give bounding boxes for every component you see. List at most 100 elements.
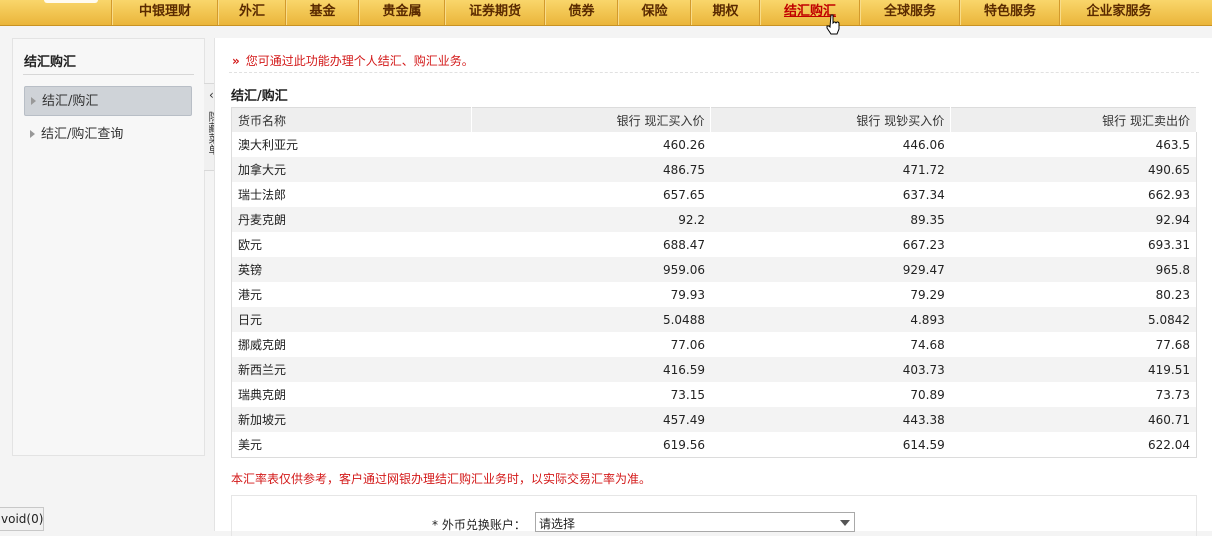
cell-cash-buy: 614.59 — [902, 437, 945, 452]
exchange-form: * 外币兑换账户： 请选择 — [231, 495, 1197, 536]
logo — [44, 0, 98, 3]
hand-pointer-icon — [826, 14, 840, 35]
cell-spot-sell: 463.5 — [1155, 137, 1190, 152]
nav-item-special-services[interactable]: 特色服务 — [959, 0, 1060, 25]
cell-spot-buy: 486.75 — [471, 157, 711, 182]
status-bar: void(0); — [0, 507, 44, 531]
nav-item-wealth-management[interactable]: 中银理财 — [111, 0, 218, 25]
col-header-spot-sell: 银行 现汇卖出价 — [950, 107, 1197, 132]
nav-item-global-services[interactable]: 全球服务 — [859, 0, 960, 25]
top-navigation-bar: 中银理财 外汇 基金 贵金属 证券期货 债券 保险 期权 结汇购汇 全球服务 特… — [0, 0, 1212, 26]
cell-currency: 美元 — [238, 438, 263, 452]
cell-cash-buy: 446.06 — [902, 137, 945, 152]
cell-cash-buy: 4.893 — [710, 307, 951, 332]
cell-spot-sell: 662.93 — [1148, 187, 1190, 202]
nav-item-options[interactable]: 期权 — [690, 0, 760, 25]
col-header-currency: 货币名称 — [231, 107, 472, 132]
sidebar-item-fx-query[interactable]: 结汇/购汇查询 — [24, 120, 192, 150]
cell-spot-sell: 92.94 — [950, 207, 1197, 232]
table-header-row: 货币名称 银行 现汇买入价 银行 现钞买入价 银行 现汇卖出价 — [231, 107, 1197, 132]
cell-spot-buy: 959.06 — [471, 257, 711, 282]
cell-currency: 加拿大元 — [231, 157, 472, 182]
cell-spot-buy: 77.06 — [670, 337, 705, 352]
cell-currency: 欧元 — [238, 238, 263, 252]
cell-cash-buy: 471.72 — [710, 157, 951, 182]
cell-currency: 丹麦克朗 — [231, 207, 472, 232]
exchange-rate-table: 货币名称 银行 现汇买入价 银行 现钞买入价 银行 现汇卖出价 澳大利亚元 460… — [231, 107, 1197, 458]
cell-spot-sell: 419.51 — [950, 357, 1197, 382]
nav-item-fx-settlement[interactable]: 结汇购汇 — [759, 0, 860, 25]
table-row: 挪威克朗 77.06 74.68 77.68 — [232, 332, 1197, 357]
table-row: 瑞士法郎 657.65 637.34 662.93 — [232, 182, 1197, 207]
cell-spot-sell: 73.73 — [1155, 387, 1190, 402]
account-label: * 外币兑换账户： — [432, 518, 526, 532]
cell-cash-buy: 637.34 — [902, 187, 945, 202]
cell-cash-buy: 667.23 — [902, 237, 945, 252]
sidebar-item-fx-settlement[interactable]: 结汇/购汇 — [24, 86, 192, 116]
table-row: 瑞典克朗 73.15 70.89 73.73 — [232, 382, 1197, 407]
caret-right-icon — [30, 130, 35, 138]
table-row: 英镑 959.06 929.47 965.8 — [231, 257, 1197, 282]
nav-item-entrepreneur-services[interactable]: 企业家服务 — [1059, 0, 1178, 25]
cell-spot-sell: 80.23 — [1155, 287, 1190, 302]
sidebar-title: 结汇购汇 — [24, 55, 77, 70]
cell-cash-buy: 89.35 — [710, 207, 951, 232]
cell-spot-sell: 490.65 — [950, 157, 1197, 182]
cell-cash-buy: 929.47 — [710, 257, 951, 282]
table-row: 新加坡元 457.49 443.38 460.71 — [231, 407, 1197, 432]
cell-spot-buy: 688.47 — [662, 237, 705, 252]
cell-currency: 日元 — [231, 307, 472, 332]
cell-cash-buy: 403.73 — [710, 357, 951, 382]
cell-spot-buy: 73.15 — [670, 387, 705, 402]
account-select-value: 请选择 — [539, 517, 576, 531]
cell-spot-buy: 457.49 — [471, 407, 711, 432]
table-row: 美元 619.56 614.59 622.04 — [232, 432, 1197, 458]
table-row: 丹麦克朗 92.2 89.35 92.94 — [231, 207, 1197, 232]
nav-item-securities-futures[interactable]: 证券期货 — [444, 0, 545, 25]
disclaimer-text: 本汇率表仅供参考，客户通过网银办理结汇购汇业务时，以实际交易汇率为准。 — [231, 472, 652, 486]
info-notice: » 您可通过此功能办理个人结汇、购汇业务。 — [232, 52, 474, 69]
sidebar-item-label: 结汇/购汇查询 — [41, 127, 124, 142]
cell-spot-sell: 460.71 — [950, 407, 1197, 432]
table-row: 港元 79.93 79.29 80.23 — [232, 282, 1197, 307]
cell-spot-buy: 5.0488 — [471, 307, 711, 332]
table-row: 日元 5.0488 4.893 5.0842 — [231, 307, 1197, 332]
nav-item-bonds[interactable]: 债券 — [544, 0, 618, 25]
cell-spot-buy: 460.26 — [662, 137, 705, 152]
chevron-down-icon — [840, 520, 850, 526]
nav-item-funds[interactable]: 基金 — [285, 0, 359, 25]
cell-spot-buy: 92.2 — [471, 207, 711, 232]
cell-cash-buy: 74.68 — [910, 337, 945, 352]
cell-spot-sell: 77.68 — [1155, 337, 1190, 352]
main-content: » 您可通过此功能办理个人结汇、购汇业务。 结汇/购汇 货币名称 银行 现汇买入价… — [214, 38, 1212, 536]
account-select[interactable]: 请选择 — [535, 512, 855, 532]
nav-item-precious-metals[interactable]: 贵金属 — [358, 0, 445, 25]
cell-spot-sell: 622.04 — [1148, 437, 1190, 452]
cell-currency: 新加坡元 — [231, 407, 472, 432]
cell-spot-buy: 619.56 — [662, 437, 705, 452]
section-title: 结汇/购汇 — [231, 89, 288, 104]
table-row: 澳大利亚元 460.26 446.06 463.5 — [232, 132, 1197, 157]
cell-cash-buy: 79.29 — [910, 287, 945, 302]
col-header-cash-buy: 银行 现钞买入价 — [710, 107, 952, 132]
cell-spot-sell: 693.31 — [1148, 237, 1190, 252]
cell-cash-buy: 70.89 — [910, 387, 945, 402]
cell-spot-sell: 5.0842 — [950, 307, 1197, 332]
cell-cash-buy: 443.38 — [710, 407, 951, 432]
cell-currency: 挪威克朗 — [238, 338, 287, 352]
sidebar-divider — [23, 74, 194, 75]
cell-currency: 澳大利亚元 — [238, 138, 299, 152]
notice-text: 您可通过此功能办理个人结汇、购汇业务。 — [245, 54, 474, 68]
table-body: 澳大利亚元 460.26 446.06 463.5 加拿大元 486.75 471.72 49… — [231, 132, 1197, 458]
cell-spot-buy: 79.93 — [670, 287, 705, 302]
caret-right-icon — [31, 97, 36, 105]
double-arrow-icon: » — [232, 54, 240, 68]
sidebar: 结汇购汇 结汇/购汇 结汇/购汇查询 — [12, 38, 205, 456]
nav-item-forex[interactable]: 外汇 — [217, 0, 286, 25]
table-row: 欧元 688.47 667.23 693.31 — [232, 232, 1197, 257]
cell-spot-buy: 657.65 — [662, 187, 705, 202]
cell-currency: 瑞典克朗 — [238, 388, 287, 402]
table-row: 加拿大元 486.75 471.72 490.65 — [231, 157, 1197, 182]
nav-item-insurance[interactable]: 保险 — [617, 0, 691, 25]
cell-spot-sell: 965.8 — [950, 257, 1197, 282]
